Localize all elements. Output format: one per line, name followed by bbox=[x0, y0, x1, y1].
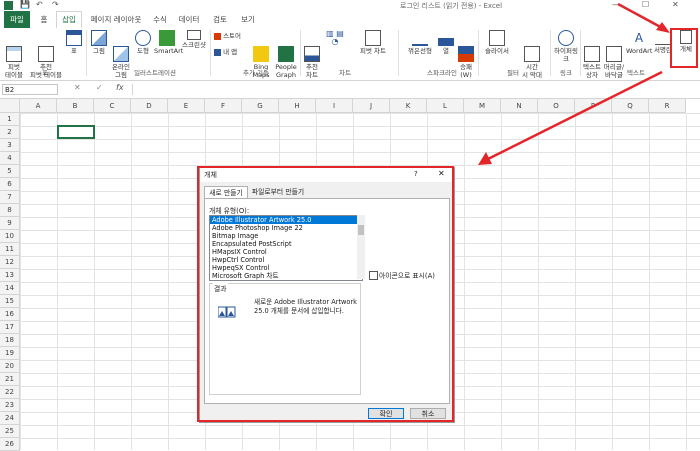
dialog-highlight bbox=[197, 166, 454, 422]
arrow-to-object-button bbox=[617, 2, 667, 32]
arrow-head-object bbox=[656, 22, 670, 33]
arrow-to-dialog bbox=[485, 70, 663, 162]
